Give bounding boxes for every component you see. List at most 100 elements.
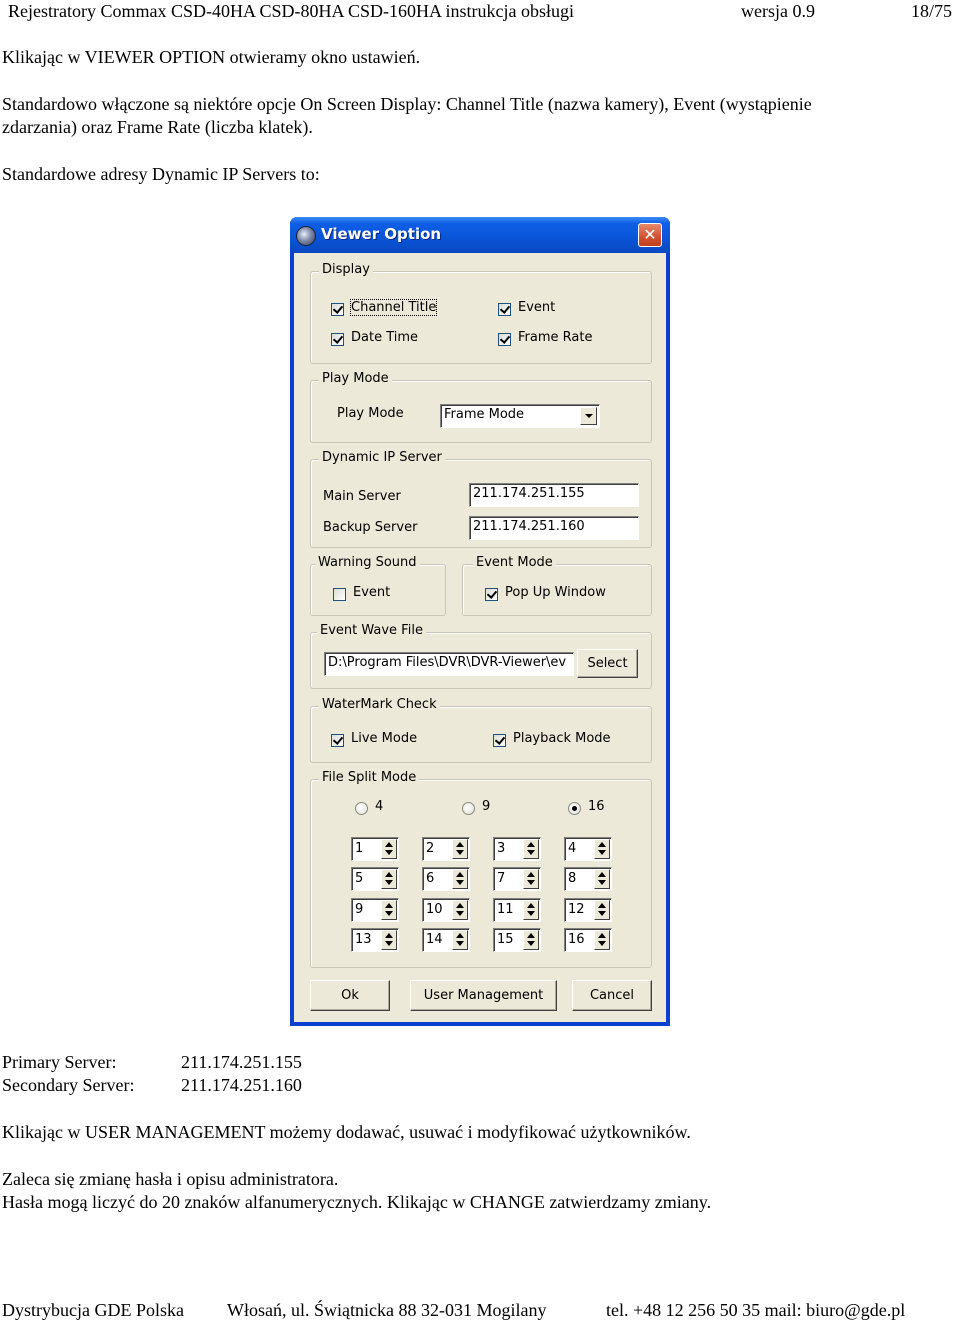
primary-server-label: Primary Server: [2, 1052, 117, 1072]
play-mode-label: Play Mode [337, 406, 404, 421]
split-spinner[interactable]: 1 [351, 837, 399, 861]
paragraph-viewer-option: Klikając w VIEWER OPTION otwieramy okno … [2, 47, 421, 67]
split-radio-16-label[interactable]: 16 [588, 799, 605, 814]
dynamic-ip-group: Dynamic IP Server Main Server 211.174.25… [310, 450, 652, 548]
split-spinner[interactable]: 15 [493, 928, 541, 952]
split-spinner[interactable]: 6 [422, 867, 470, 891]
spin-arrows-icon[interactable] [452, 869, 468, 889]
display-legend: Display [319, 262, 373, 277]
play-mode-selected: Frame Mode [444, 407, 525, 422]
split-spinner[interactable]: 5 [351, 867, 399, 891]
play-mode-legend: Play Mode [319, 371, 392, 386]
spin-arrows-icon[interactable] [381, 930, 397, 950]
dialog-title: Viewer Option [321, 225, 442, 243]
split-spinner[interactable]: 2 [422, 837, 470, 861]
file-split-group: File Split Mode 4 9 16 1 2 3 4 5 6 7 8 9 10 11 12 13… [310, 770, 652, 968]
footer-address: Włosań, ul. Świątnicka 88 32-031 Mogilan… [227, 1300, 547, 1320]
split-spinner[interactable]: 12 [564, 898, 612, 922]
split-spinner[interactable]: 7 [493, 867, 541, 891]
close-icon: ✕ [643, 225, 657, 244]
paragraph-osd-line1: Standardowo włączone są niektóre opcje O… [2, 94, 812, 114]
frame-rate-checkbox[interactable] [498, 333, 511, 346]
cancel-button[interactable]: Cancel [572, 980, 652, 1011]
split-spinner[interactable]: 8 [564, 867, 612, 891]
channel-title-label[interactable]: Channel Title [349, 299, 438, 316]
popup-window-label[interactable]: Pop Up Window [505, 585, 606, 600]
split-spinner[interactable]: 13 [351, 928, 399, 952]
secondary-server-label: Secondary Server: [2, 1075, 135, 1095]
app-icon [296, 226, 316, 246]
spin-arrows-icon[interactable] [523, 839, 539, 859]
spin-arrows-icon[interactable] [452, 839, 468, 859]
split-spinner[interactable]: 14 [422, 928, 470, 952]
primary-server-value: 211.174.251.155 [181, 1052, 302, 1072]
split-spinner[interactable]: 3 [493, 837, 541, 861]
main-server-input[interactable]: 211.174.251.155 [469, 483, 639, 507]
split-spinner[interactable]: 10 [422, 898, 470, 922]
doc-header-page: 18/75 [911, 1, 953, 21]
split-radio-9-label[interactable]: 9 [482, 799, 490, 814]
event-wave-file-group: Event Wave File D:\Program Files\DVR\DVR… [310, 623, 652, 689]
channel-title-checkbox[interactable] [331, 303, 344, 316]
spin-arrows-icon[interactable] [523, 869, 539, 889]
paragraph-osd-line2: zdarzania) oraz Frame Rate (liczba klate… [2, 117, 313, 137]
split-radio-16[interactable] [568, 802, 581, 815]
footer-contact: tel. +48 12 256 50 35 mail: biuro@gde.pl [606, 1300, 906, 1320]
split-radio-9[interactable] [462, 802, 475, 815]
event-mode-group: Event Mode Pop Up Window [462, 555, 652, 616]
spin-arrows-icon[interactable] [523, 900, 539, 920]
split-spinner[interactable]: 4 [564, 837, 612, 861]
dialog-titlebar[interactable]: Viewer Option ✕ [290, 217, 670, 253]
doc-header-version: wersja 0.9 [741, 1, 815, 21]
dynamic-ip-legend: Dynamic IP Server [319, 450, 445, 465]
split-spinner[interactable]: 11 [493, 898, 541, 922]
backup-server-label: Backup Server [323, 520, 418, 535]
ok-button[interactable]: Ok [310, 980, 390, 1011]
play-mode-select[interactable]: Frame Mode [440, 404, 600, 428]
spin-arrows-icon[interactable] [381, 869, 397, 889]
split-spinner[interactable]: 16 [564, 928, 612, 952]
play-mode-group: Play Mode Play Mode Frame Mode [310, 371, 652, 443]
spin-arrows-icon[interactable] [594, 839, 610, 859]
live-mode-label[interactable]: Live Mode [351, 731, 417, 746]
split-spinner[interactable]: 9 [351, 898, 399, 922]
chevron-down-icon[interactable] [580, 407, 597, 425]
warning-sound-group: Warning Sound Event [310, 555, 446, 616]
spin-arrows-icon[interactable] [594, 900, 610, 920]
user-management-button[interactable]: User Management [410, 980, 557, 1011]
warning-event-label[interactable]: Event [353, 585, 390, 600]
split-radio-4[interactable] [355, 802, 368, 815]
spin-arrows-icon[interactable] [594, 930, 610, 950]
playback-mode-checkbox[interactable] [493, 734, 506, 747]
date-time-checkbox[interactable] [331, 333, 344, 346]
backup-server-input[interactable]: 211.174.251.160 [469, 516, 639, 540]
frame-rate-label[interactable]: Frame Rate [518, 330, 592, 345]
warning-event-checkbox[interactable] [333, 588, 346, 601]
date-time-label[interactable]: Date Time [351, 330, 418, 345]
file-split-legend: File Split Mode [319, 770, 420, 785]
spin-arrows-icon[interactable] [594, 869, 610, 889]
select-button[interactable]: Select [577, 649, 638, 678]
display-group: Display Channel Title Event Date Time Fr… [310, 262, 652, 364]
main-server-label: Main Server [323, 489, 401, 504]
split-radio-4-label[interactable]: 4 [375, 799, 383, 814]
live-mode-checkbox[interactable] [331, 734, 344, 747]
event-label[interactable]: Event [518, 300, 555, 315]
spin-arrows-icon[interactable] [452, 930, 468, 950]
close-button[interactable]: ✕ [638, 223, 662, 247]
spin-arrows-icon[interactable] [381, 839, 397, 859]
paragraph-dynamic-ip: Standardowe adresy Dynamic IP Servers to… [2, 164, 320, 184]
spin-arrows-icon[interactable] [452, 900, 468, 920]
popup-window-checkbox[interactable] [485, 588, 498, 601]
paragraph-user-management: Klikając w USER MANAGEMENT możemy dodawa… [2, 1122, 691, 1142]
paragraph-password-line1: Zaleca się zmianę hasła i opisu administ… [2, 1169, 339, 1189]
spin-arrows-icon[interactable] [381, 900, 397, 920]
playback-mode-label[interactable]: Playback Mode [513, 731, 611, 746]
secondary-server-value: 211.174.251.160 [181, 1075, 302, 1095]
event-checkbox[interactable] [498, 303, 511, 316]
watermark-group: WaterMark Check Live Mode Playback Mode [310, 697, 652, 763]
warning-sound-legend: Warning Sound [315, 555, 420, 570]
spin-arrows-icon[interactable] [523, 930, 539, 950]
wave-file-path-input[interactable]: D:\Program Files\DVR\DVR-Viewer\ev [324, 652, 574, 676]
doc-header-title: Rejestratory Commax CSD-40HA CSD-80HA CS… [8, 1, 574, 21]
